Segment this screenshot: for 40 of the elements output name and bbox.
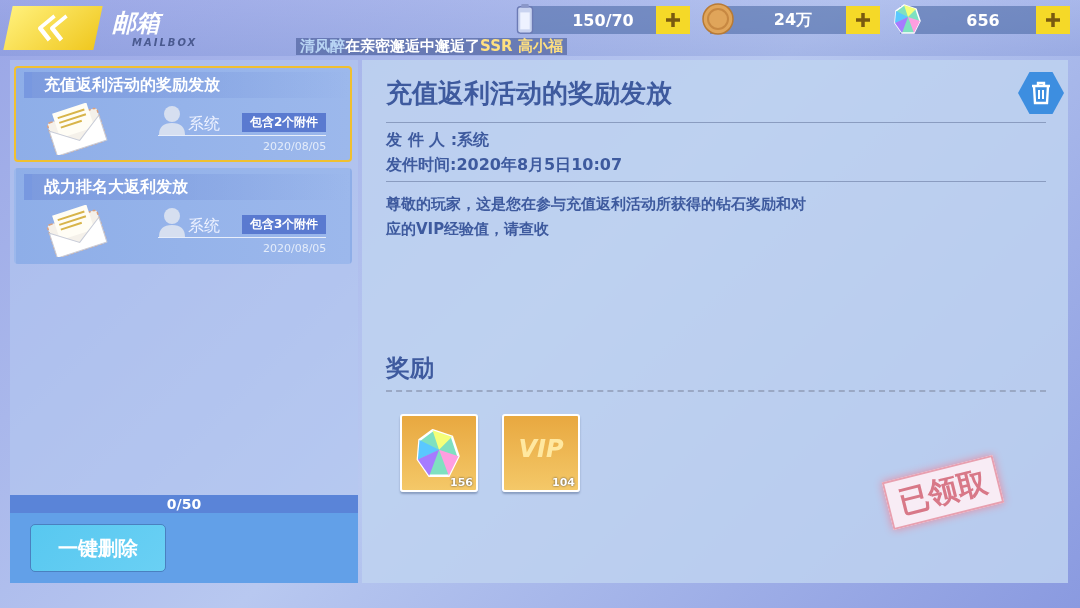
plus-icon <box>855 12 871 28</box>
trash-icon <box>1030 81 1052 105</box>
vip-label: VIP <box>518 435 564 463</box>
plus-icon <box>665 12 681 28</box>
gem-icon <box>892 3 924 35</box>
send-time: 发件时间:2020年8月5日10:07 <box>386 154 624 176</box>
plus-icon <box>1045 12 1061 28</box>
mail-title: 充值返利活动的奖励发放 <box>44 74 220 96</box>
mail-count: 0/50 <box>10 495 358 513</box>
claimed-stamp: 已领取 <box>881 454 1005 531</box>
reward-item[interactable]: VIP 104 <box>502 414 580 492</box>
page-subtitle: MAILBOX <box>132 36 198 48</box>
mail-sender: 系统 <box>188 216 220 237</box>
add-button[interactable] <box>656 6 690 34</box>
currency-amount: 150/70 <box>571 10 635 30</box>
reward-item[interactable]: 156 <box>400 414 478 492</box>
attachment-badge: 包含3个附件 <box>242 215 327 234</box>
mail-date: 2020/08/05 <box>262 140 327 153</box>
mail-subject: 充值返利活动的奖励发放 <box>386 76 672 110</box>
mail-date: 2020/08/05 <box>262 242 327 255</box>
add-button[interactable] <box>846 6 880 34</box>
sender-text: 发 件 人 :系统 <box>386 129 491 151</box>
person-icon <box>158 207 186 237</box>
delete-all-button[interactable]: 一键删除 <box>30 524 166 572</box>
mail-title: 战力排名大返利发放 <box>44 176 188 198</box>
currency-amount: 24万 <box>772 9 814 31</box>
rewards-heading: 奖励 <box>386 353 435 384</box>
mail-item[interactable]: 战力排名大返利发放 系统 包含3个附件 2020/08/05 <box>14 168 352 264</box>
person-icon <box>158 105 186 135</box>
reward-count: 104 <box>552 476 575 489</box>
page-title: 邮箱 <box>112 8 198 37</box>
mail-sender: 系统 <box>188 114 220 135</box>
announcement-text: 清风醉在亲密邂逅中邂逅了SSR 高小福 <box>296 38 567 55</box>
reward-count: 156 <box>450 476 473 489</box>
mail-body: 尊敬的玩家，这是您在参与充值返利活动所获得的钻石奖励和对应的VIP经验值，请查收 <box>386 194 806 240</box>
currency-amount: 656 <box>965 10 1001 30</box>
add-button[interactable] <box>1036 6 1070 34</box>
attachment-badge: 包含2个附件 <box>242 113 327 132</box>
coin-icon <box>702 3 734 35</box>
mail-item[interactable]: 充值返利活动的奖励发放 系统 包含2个附件 2020/08/05 <box>14 66 352 162</box>
